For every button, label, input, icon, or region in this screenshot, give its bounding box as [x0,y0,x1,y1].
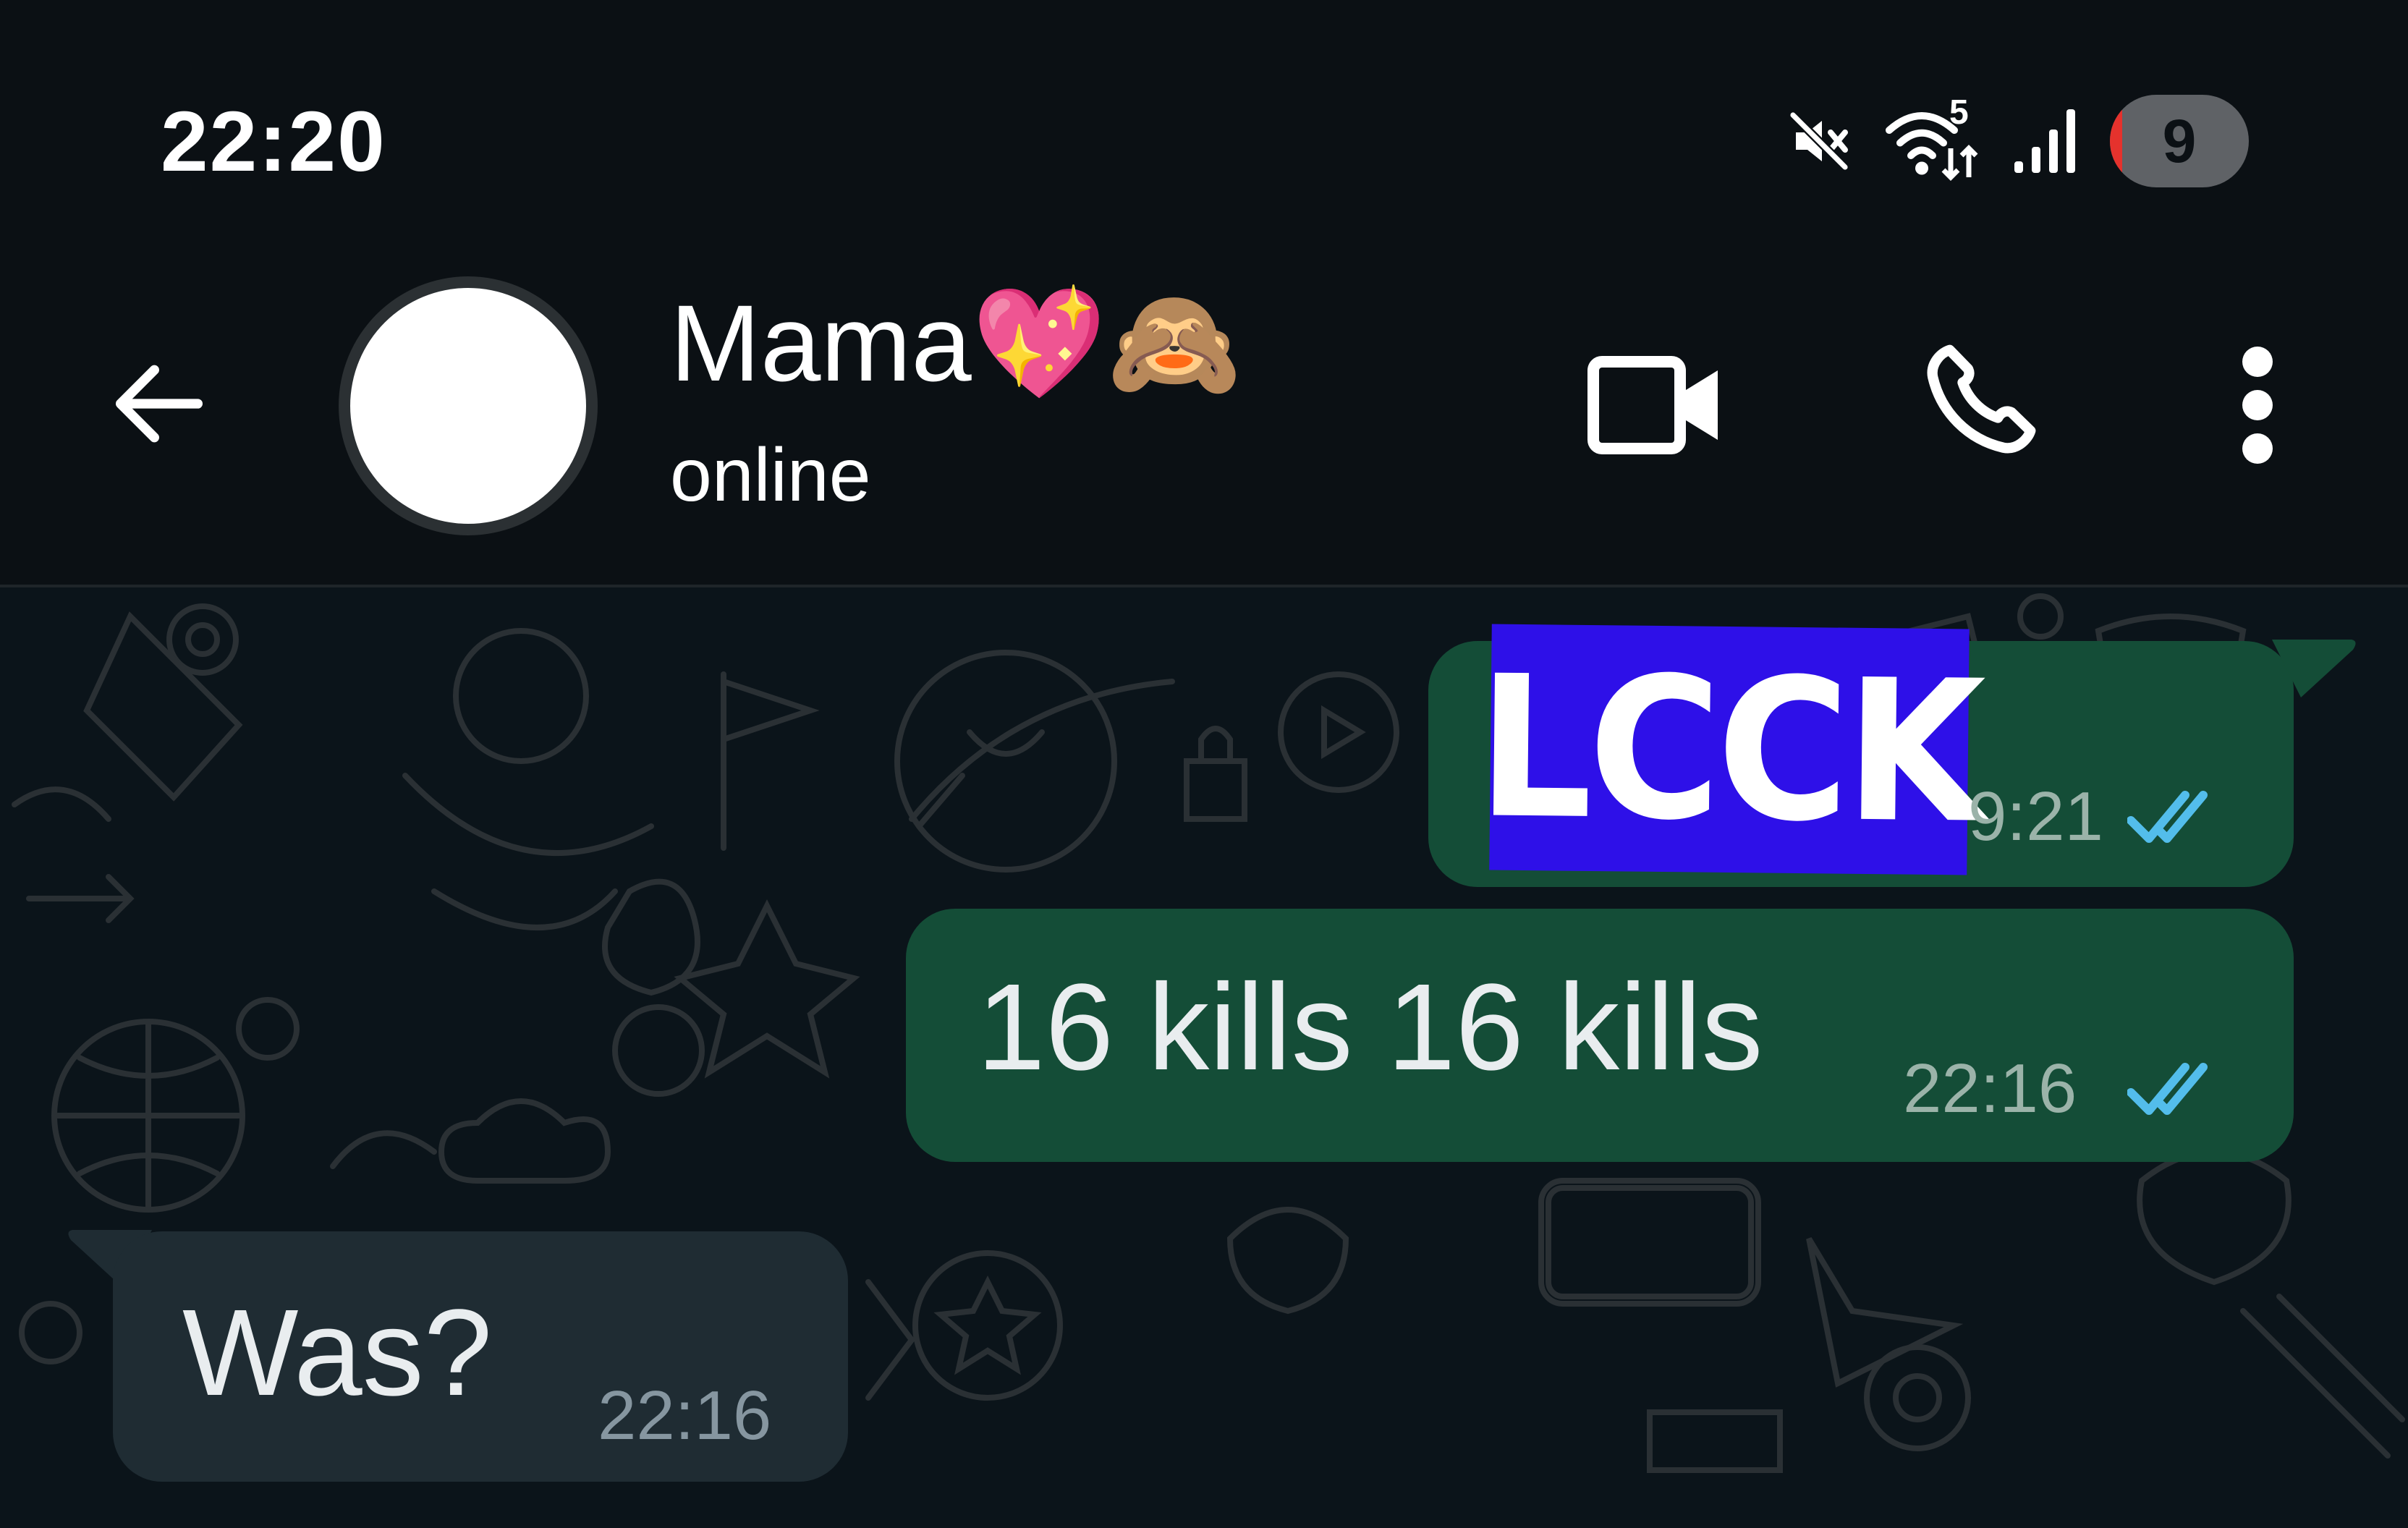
back-arrow-icon[interactable] [101,346,217,462]
wifi-badge: 5 [1949,93,1969,132]
avatar-image [350,288,586,524]
message-time: 9:21 [1968,778,2103,855]
read-receipt-icon [2127,1063,2208,1115]
message-time: 22:16 [1903,1050,2077,1127]
mute-icon [1789,111,1849,171]
battery-level: 9 [2162,106,2197,175]
chat-header: Mama💖🙈 online [0,239,2408,587]
battery-fill [2110,95,2123,187]
message-list[interactable]: LCCK 9:21 16 kills 16 kills 22:16 Was? 2… [0,587,2408,1528]
message-time: 22:16 [598,1377,772,1454]
video-call-icon [1587,356,1718,454]
voice-call-button[interactable] [1910,333,2048,470]
message-text: Was? [182,1284,493,1422]
voice-call-icon [1927,344,2036,454]
avatar[interactable] [339,276,598,535]
sticker-image[interactable]: LCCK [1476,624,1983,875]
contact-status: online [670,433,871,517]
contact-name[interactable]: Mama💖🙈 [670,284,1242,403]
more-options-icon [2242,347,2273,464]
signal-icon [2014,109,2075,173]
status-bar: 22:20 5 9 [0,0,2408,239]
more-options-button[interactable] [2229,340,2286,470]
video-call-button[interactable] [1577,340,1737,470]
bubble-tail-out [2272,640,2356,697]
status-icons: 5 9 [1784,93,2249,188]
battery-icon: 9 [2110,95,2249,187]
sticker-text: LCCK [1476,633,1983,866]
status-time: 22:20 [161,94,386,190]
wifi-indicator: 5 [1886,93,1980,181]
chat-screen: 22:20 5 9 Mama💖🙈 online LCCK 9:21 16 kil… [0,0,2408,1528]
message-text: 16 kills 16 kills [977,959,1763,1096]
read-receipt-icon [2127,791,2208,843]
